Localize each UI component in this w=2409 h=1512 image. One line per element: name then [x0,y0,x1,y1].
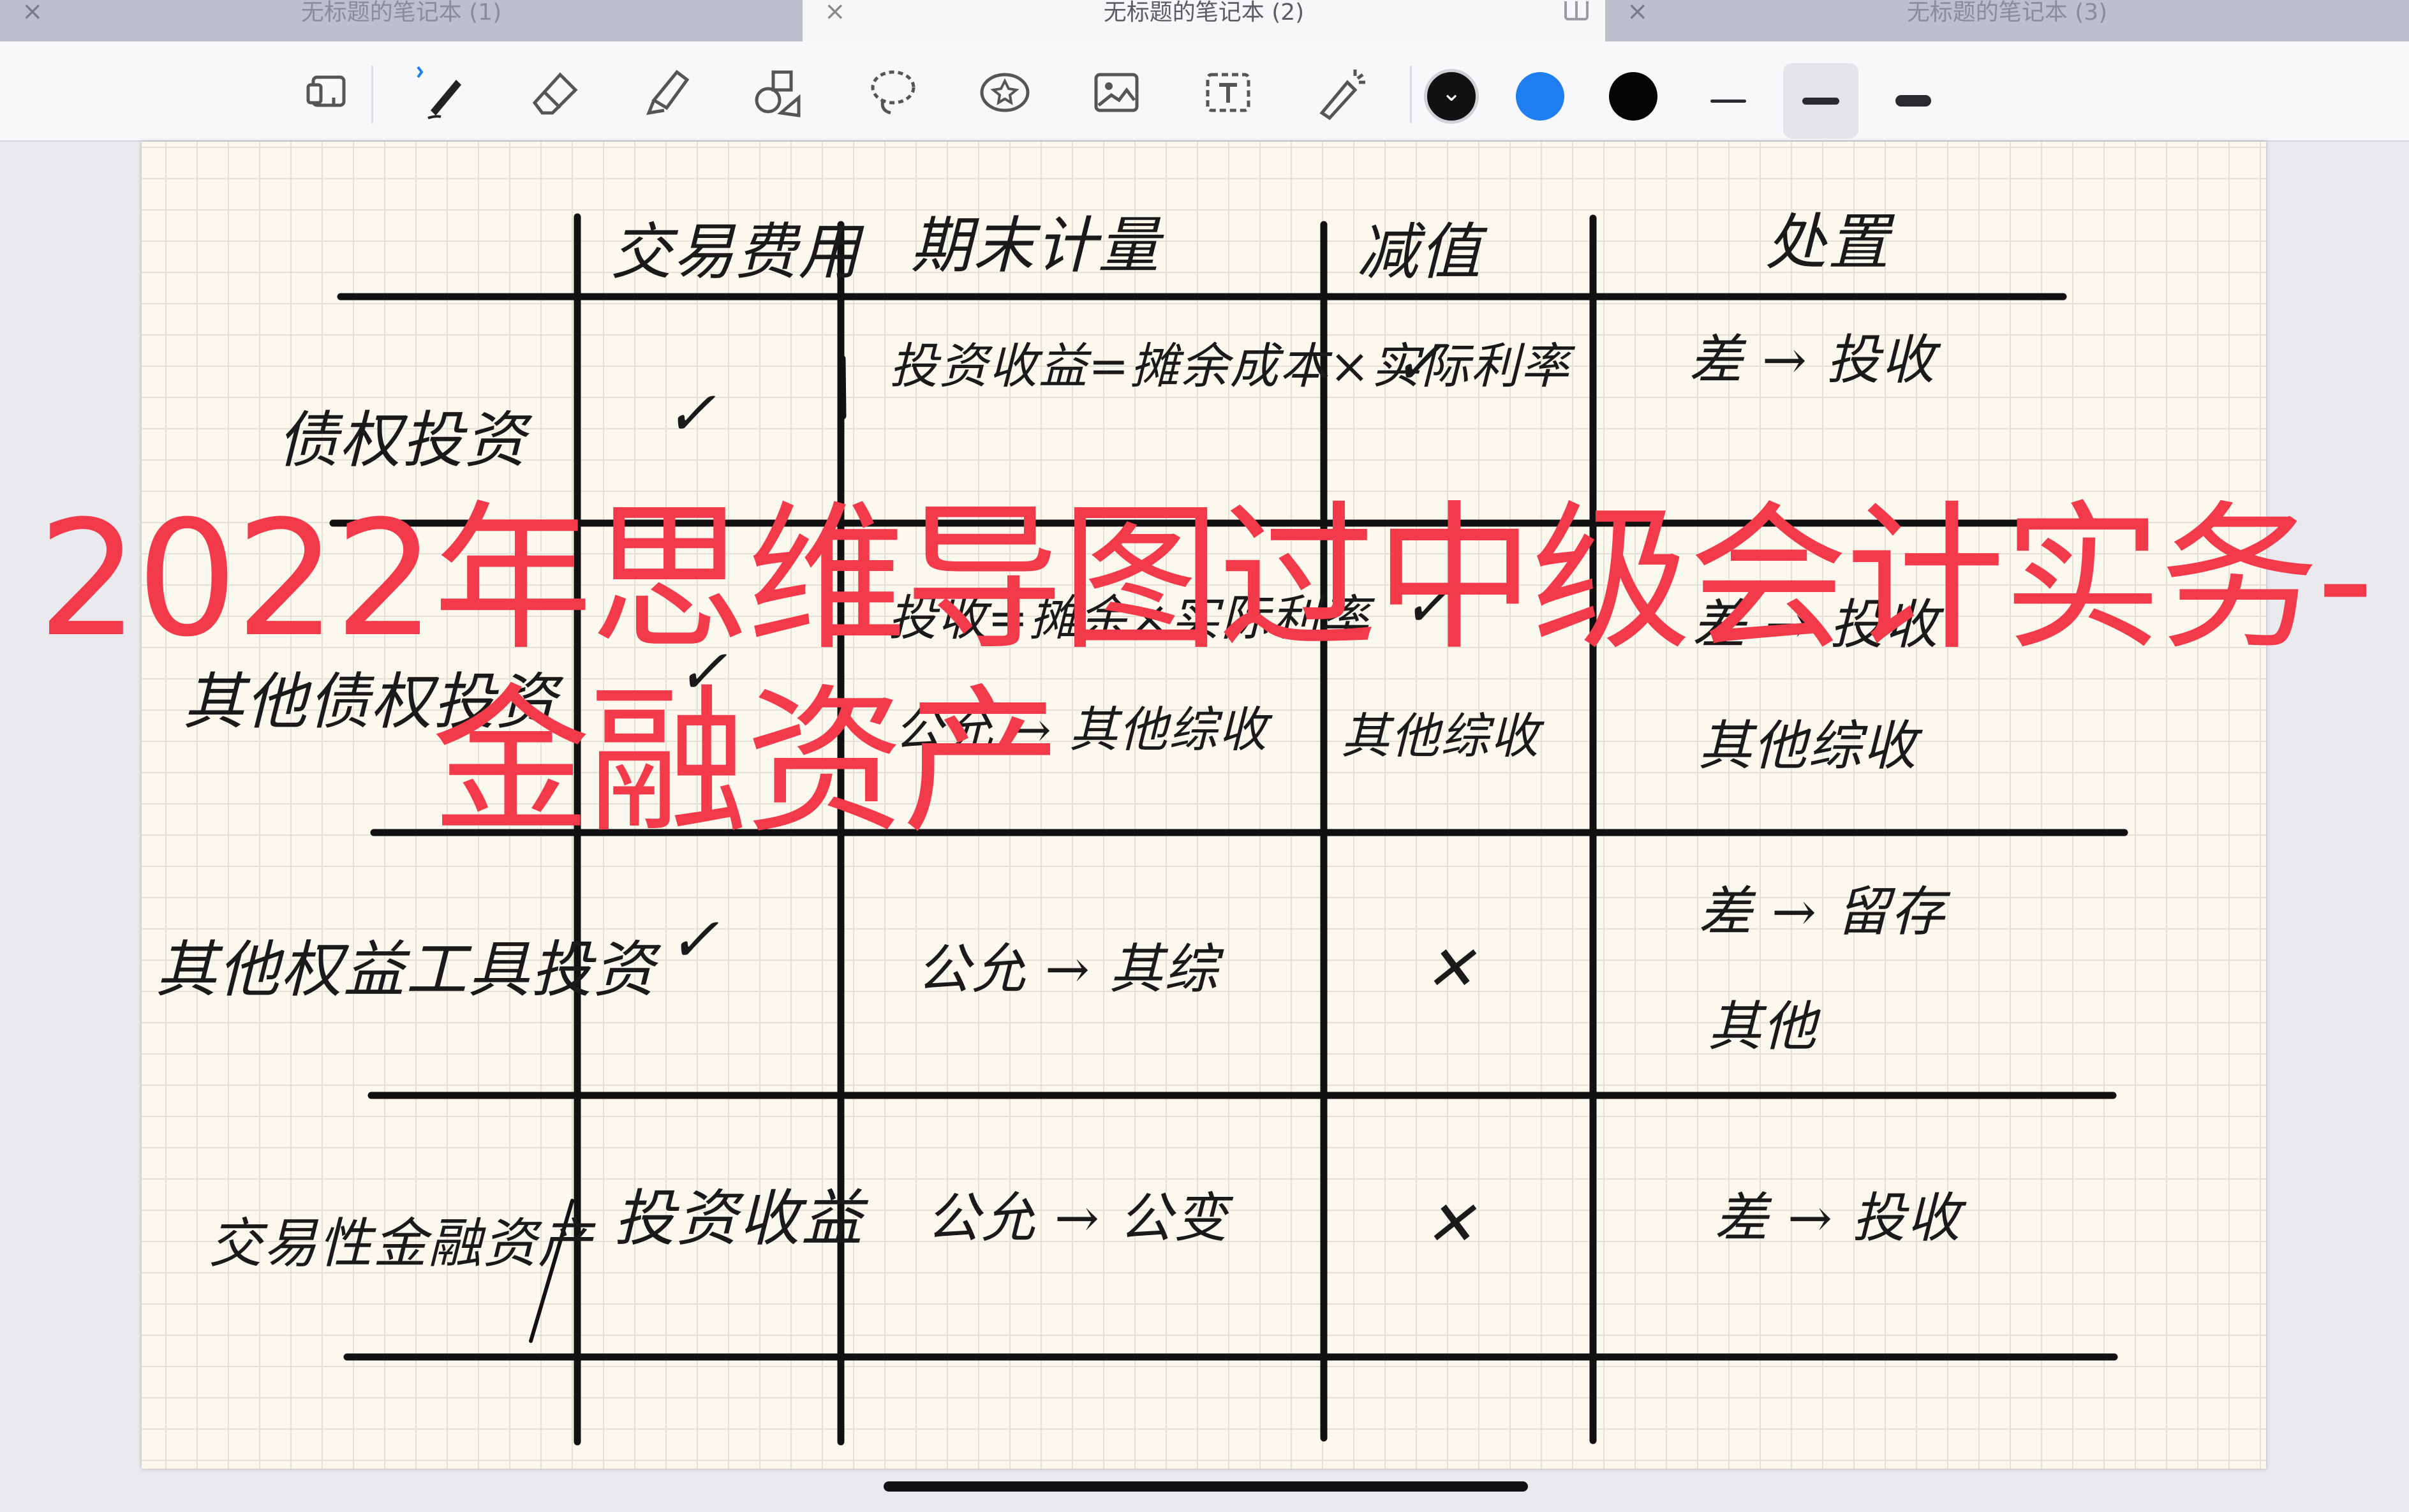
stroke-width-thin[interactable] [1691,63,1766,138]
pen-icon[interactable] [408,61,478,124]
cell-dispose-2: 其他 [1708,995,1818,1058]
tab-notebook-2[interactable]: × 无标题的笔记本 (2) [803,0,1605,41]
page-layout-icon[interactable] [293,61,364,124]
header-impairment: 减值 [1357,216,1482,288]
tab-notebook-3[interactable]: × 无标题的笔记本 (3) [1605,0,2409,41]
tab-notebook-1[interactable]: × 无标题的笔记本 (1) [0,0,803,41]
split-view-icon[interactable] [1564,1,1589,20]
tab-bar: × 无标题的笔记本 (1) × 无标题的笔记本 (2) × 无标题的笔记本 (3… [0,0,2409,41]
drawing-toolbar: ⌄ [0,41,2409,142]
row-label-trading-financial-assets: 交易性金融资产 [209,1212,593,1275]
sticker-icon[interactable] [970,61,1040,124]
check-mark: ✓ [668,904,721,975]
tab-title: 无标题的笔记本 (1) [300,0,502,26]
row-label-other-equity-investment: 其他权益工具投资 [156,934,656,1005]
eraser-icon[interactable] [520,61,590,124]
toolbar-divider [1410,66,1412,123]
image-icon[interactable] [1081,61,1152,124]
home-indicator[interactable] [884,1481,1528,1492]
header-transaction-fee: 交易费用 [611,216,861,288]
header-disposal: 处置 [1765,207,1890,278]
highlighter-icon[interactable] [632,61,702,124]
header-period-end-measurement: 期末计量 [910,210,1160,281]
cell-dispose: 差 → 投收 [1714,1187,1962,1249]
tab-title: 无标题的笔记本 (2) [1103,0,1305,26]
color-swatch-blue[interactable] [1516,72,1564,121]
color-swatch-selected[interactable]: ⌄ [1424,69,1479,124]
cell-dispose: 差 → 投收 [1689,329,1936,391]
cross-mark: ✕ [1424,1188,1477,1259]
toolbar-divider [371,66,373,123]
bluetooth-icon [417,66,424,78]
video-title-line-2: 金融资产 [431,669,1062,855]
stroke-width-thick[interactable] [1876,63,1951,138]
cell-dispose: 差 → 留存 [1698,880,1946,943]
check-mark: ✓ [665,378,718,449]
text-icon[interactable] [1193,61,1263,124]
chevron-down-icon: ⌄ [1441,78,1462,107]
tab-title: 无标题的笔记本 (3) [1906,0,2108,26]
cross-mark: ✕ [1424,933,1477,1004]
cell-fee: 投资收益 [614,1183,864,1254]
row-label-debt-investment: 债权投资 [277,404,527,476]
color-swatch-black[interactable] [1609,72,1657,121]
cell-measure: 公允 → 其综 [917,938,1219,1000]
lasso-icon[interactable] [858,61,928,124]
stroke-width-medium[interactable] [1783,63,1858,138]
laser-pointer-icon[interactable] [1305,61,1375,124]
cell-measure: 公允 → 公变 [926,1187,1229,1249]
cell-measure: 投资收益=摊余成本×实际利率 [889,337,1571,394]
video-title-line-1: 2022年思维导图过中级会计实务- [37,486,2374,672]
check-mark: ✓ [1392,327,1445,398]
shapes-icon[interactable] [743,61,813,124]
